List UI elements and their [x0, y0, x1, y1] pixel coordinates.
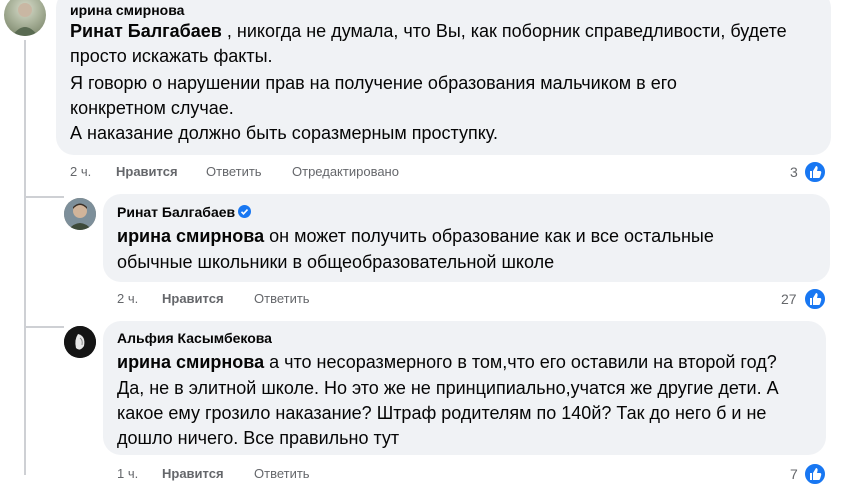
reply-button[interactable]: Ответить — [254, 466, 310, 481]
like-icon[interactable] — [803, 462, 827, 486]
like-button[interactable]: Нравится — [162, 466, 224, 481]
comment-text-line: конкретном случае. — [70, 98, 234, 118]
mention-link[interactable]: ирина смирнова — [117, 226, 264, 246]
thread-line-branch-1 — [24, 196, 64, 198]
comment-text-line: А наказание должно быть соразмерным прос… — [70, 123, 498, 143]
comment-actions: 2 ч. Нравится Ответить Отредактировано — [0, 164, 853, 182]
thread-line-branch-2 — [24, 326, 64, 328]
thread-line-main — [24, 40, 26, 475]
comment-text-line: какое ему грозило наказание? Штраф родит… — [117, 403, 767, 423]
avatar[interactable] — [4, 0, 46, 36]
comment-author: Ринат Балгабаев — [117, 204, 252, 220]
reply-button[interactable]: Ответить — [254, 291, 310, 306]
verified-badge-icon — [238, 205, 252, 218]
avatar-image — [64, 326, 96, 358]
avatar-image — [64, 198, 96, 230]
reply-button[interactable]: Ответить — [206, 164, 262, 179]
reaction-count[interactable]: 3 — [790, 164, 798, 180]
reaction-count[interactable]: 7 — [790, 466, 798, 482]
like-button[interactable]: Нравится — [162, 291, 224, 306]
mention-link[interactable]: ирина смирнова — [117, 352, 264, 372]
avatar[interactable] — [64, 326, 96, 358]
author-name[interactable]: Ринат Балгабаев — [117, 204, 235, 220]
reaction-count[interactable]: 27 — [781, 291, 797, 307]
comment-text-line: обычные школьники в общеобразовательной … — [117, 252, 555, 272]
comment-author[interactable]: ирина смирнова — [70, 2, 184, 18]
comment-text-line: Я говорю о нарушении прав на получение о… — [70, 73, 677, 93]
like-icon[interactable] — [803, 160, 827, 184]
comment-actions: 2 ч. Нравится Ответить — [0, 291, 853, 309]
comment-text-line: Да, не в элитной школе. Но это же не при… — [117, 378, 779, 398]
comment-author[interactable]: Альфия Касымбекова — [117, 330, 272, 346]
timestamp[interactable]: 2 ч. — [117, 291, 138, 306]
comment-text-line: дошло ничего. Все правильно тут — [117, 428, 400, 448]
comment-text-line: Ринат Балгабаев , никогда не думала, что… — [70, 21, 787, 41]
edited-label[interactable]: Отредактировано — [292, 164, 399, 179]
comment-text-line: ирина смирнова он может получить образов… — [117, 226, 714, 246]
timestamp[interactable]: 1 ч. — [117, 466, 138, 481]
like-button[interactable]: Нравится — [116, 164, 178, 179]
avatar-image — [12, 3, 38, 36]
like-icon[interactable] — [803, 287, 827, 311]
avatar[interactable] — [64, 198, 96, 230]
mention-link[interactable]: Ринат Балгабаев — [70, 21, 222, 41]
comment-actions: 1 ч. Нравится Ответить — [0, 466, 853, 484]
comment-text-line: ирина смирнова а что несоразмерного в то… — [117, 352, 777, 372]
comment-text-line: просто искажать факты. — [70, 46, 273, 66]
timestamp[interactable]: 2 ч. — [70, 164, 91, 179]
